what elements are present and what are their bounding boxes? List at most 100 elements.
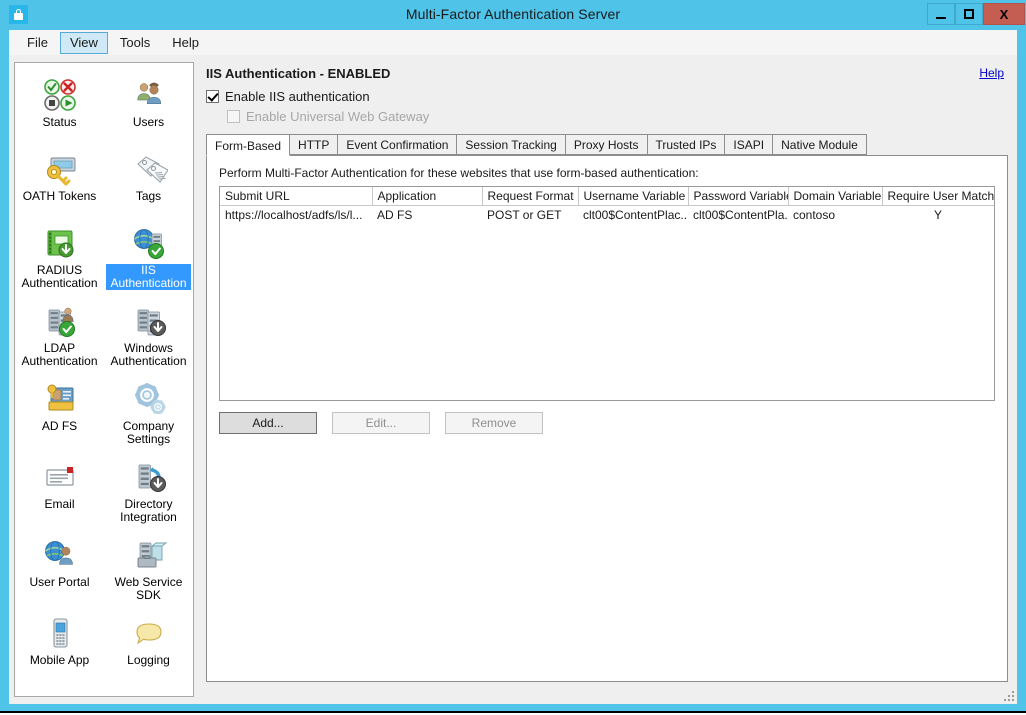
tab-trusted-ips[interactable]: Trusted IPs xyxy=(646,134,726,155)
sidebar-item-tags[interactable]: Tags xyxy=(104,144,193,218)
edit-button: Edit... xyxy=(332,412,430,434)
table-cell: POST or GET xyxy=(487,208,562,222)
column-header[interactable]: Submit URL xyxy=(220,187,373,206)
tags-icon xyxy=(130,150,169,188)
user-portal-icon xyxy=(41,536,79,574)
sidebar-item-label: User Portal xyxy=(29,575,90,589)
tab-panel-form-based: Perform Multi-Factor Authentication for … xyxy=(206,155,1008,682)
sidebar-item-label: RADIUS Authentication xyxy=(21,263,98,290)
tab-event-confirmation[interactable]: Event Confirmation xyxy=(337,134,458,155)
column-header[interactable]: Require User Match xyxy=(882,187,994,206)
sidebar-item-label: Logging xyxy=(127,653,170,667)
sidebar-item-label: Web Service SDK xyxy=(114,575,183,602)
enable-universal-web-gateway-checkbox xyxy=(227,110,240,123)
sidebar-item-ad-fs[interactable]: AD FS xyxy=(15,374,104,452)
sidebar-item-label: IIS Authentication xyxy=(106,264,191,290)
table-cell: AD FS xyxy=(377,208,413,222)
table-cell: clt00$ContentPlac... xyxy=(583,208,688,222)
directory-integration-icon xyxy=(130,458,168,496)
websites-table[interactable]: Submit URL Application Request Format Usern… xyxy=(219,186,995,401)
sidebar-item-label: LDAP Authentication xyxy=(21,341,98,368)
window-title: Multi-Factor Authentication Server xyxy=(405,6,621,22)
table-cell: Y xyxy=(933,208,942,222)
tab-isapi[interactable]: ISAPI xyxy=(724,134,774,155)
minimize-button[interactable] xyxy=(927,3,955,25)
sidebar-item-label: Mobile App xyxy=(29,653,90,667)
sidebar-item-web-service-sdk[interactable]: Web Service SDK xyxy=(104,530,193,608)
menu-item-help[interactable]: Help xyxy=(162,32,209,54)
sidebar-item-company-settings[interactable]: Company Settings xyxy=(104,374,193,452)
column-header[interactable]: Request Format xyxy=(482,187,579,206)
checkbox-group: Enable IIS authentication Enable Universa… xyxy=(206,89,1008,124)
menu-item-file[interactable]: File xyxy=(17,32,58,54)
table-actions: Add... Edit... Remove xyxy=(219,412,995,434)
sidebar-item-users[interactable]: Users xyxy=(104,70,193,144)
sidebar-item-status[interactable]: Status xyxy=(15,70,104,144)
tab-strip: Form-Based HTTP Event Confirmation Session … xyxy=(206,134,1008,156)
iis-authentication-icon xyxy=(130,224,168,262)
tab-form-based[interactable]: Form-Based xyxy=(206,134,291,156)
sidebar-item-label: Windows Authentication xyxy=(110,341,187,368)
navigation-sidebar: Status Users OATH Tokens Tags RADIUS Authent… xyxy=(14,62,194,697)
sidebar-item-logging[interactable]: Logging xyxy=(104,608,193,682)
sidebar-item-ldap-authentication[interactable]: LDAP Authentication xyxy=(15,296,104,374)
sidebar-item-label: Email xyxy=(44,497,75,511)
sidebar-item-label: Status xyxy=(42,115,77,129)
resize-grip[interactable] xyxy=(1003,690,1015,702)
checkbox-row-1: Enable Universal Web Gateway xyxy=(227,109,1008,124)
close-button[interactable]: X xyxy=(983,3,1025,25)
table-header-row: Submit URL Application Request Format Usern… xyxy=(220,187,994,206)
sidebar-item-label: OATH Tokens xyxy=(22,189,97,203)
tab-http[interactable]: HTTP xyxy=(289,134,339,155)
column-header[interactable]: Domain Variable xyxy=(788,187,883,206)
menu-bar: File View Tools Help xyxy=(9,30,1017,55)
sidebar-item-iis-authentication[interactable]: IIS Authentication xyxy=(104,218,193,296)
checkbox-label: Enable Universal Web Gateway xyxy=(246,109,430,124)
web-service-sdk-icon xyxy=(130,536,168,574)
sidebar-item-directory-integration[interactable]: Directory Integration xyxy=(104,452,193,530)
mobile-app-icon xyxy=(41,614,79,652)
sidebar-item-label: Tags xyxy=(135,189,162,203)
menu-item-tools[interactable]: Tools xyxy=(110,32,160,54)
ldap-authentication-icon xyxy=(41,302,79,340)
sidebar-item-label: Company Settings xyxy=(122,419,175,446)
menu-item-view[interactable]: View xyxy=(59,31,108,54)
enable-iis-authentication-checkbox[interactable] xyxy=(206,90,219,103)
column-header[interactable]: Password Variable xyxy=(688,187,789,206)
application-window: Multi-Factor Authentication Server X Fil… xyxy=(0,0,1026,713)
sidebar-item-label: Directory Integration xyxy=(120,497,177,524)
websites-table-element: Submit URL Application Request Format Usern… xyxy=(220,187,994,224)
status-icon xyxy=(41,76,79,114)
sidebar-item-radius-authentication[interactable]: RADIUS Authentication xyxy=(15,218,104,296)
table-cell: contoso xyxy=(793,208,836,222)
checkbox-label: Enable IIS authentication xyxy=(225,89,370,104)
adfs-icon xyxy=(41,380,79,418)
main-panel: IIS Authentication - ENABLED Help Enable… xyxy=(194,55,1017,704)
sidebar-item-oath-tokens[interactable]: OATH Tokens xyxy=(15,144,104,218)
tab-proxy-hosts[interactable]: Proxy Hosts xyxy=(564,134,648,155)
column-header[interactable]: Username Variable xyxy=(578,187,689,206)
table-cell: clt00$ContentPla... xyxy=(693,208,788,222)
column-header[interactable]: Application xyxy=(372,187,483,206)
tab-session-tracking[interactable]: Session Tracking xyxy=(456,134,566,155)
logging-icon xyxy=(130,614,168,652)
sidebar-item-windows-authentication[interactable]: Windows Authentication xyxy=(104,296,193,374)
add-button[interactable]: Add... xyxy=(219,412,317,434)
title-bar: Multi-Factor Authentication Server X xyxy=(0,0,1026,30)
table-row[interactable]: https://localhost/adfs/ls/l... AD FS POST … xyxy=(220,206,994,225)
company-settings-icon xyxy=(130,380,168,418)
table-cell: https://localhost/adfs/ls/l... xyxy=(225,208,363,222)
sidebar-item-label: Users xyxy=(132,115,165,129)
email-icon xyxy=(41,458,79,496)
oath-tokens-icon xyxy=(41,150,79,188)
help-link[interactable]: Help xyxy=(979,66,1004,80)
maximize-button[interactable] xyxy=(955,3,983,25)
windows-authentication-icon xyxy=(130,302,168,340)
checkbox-row-0[interactable]: Enable IIS authentication xyxy=(206,89,1008,104)
sidebar-item-mobile-app[interactable]: Mobile App xyxy=(15,608,104,682)
radius-authentication-icon xyxy=(41,224,79,262)
sidebar-item-user-portal[interactable]: User Portal xyxy=(15,530,104,608)
tab-native-module[interactable]: Native Module xyxy=(772,134,867,155)
sidebar-item-email[interactable]: Email xyxy=(15,452,104,530)
sidebar-item-label: AD FS xyxy=(41,419,78,433)
